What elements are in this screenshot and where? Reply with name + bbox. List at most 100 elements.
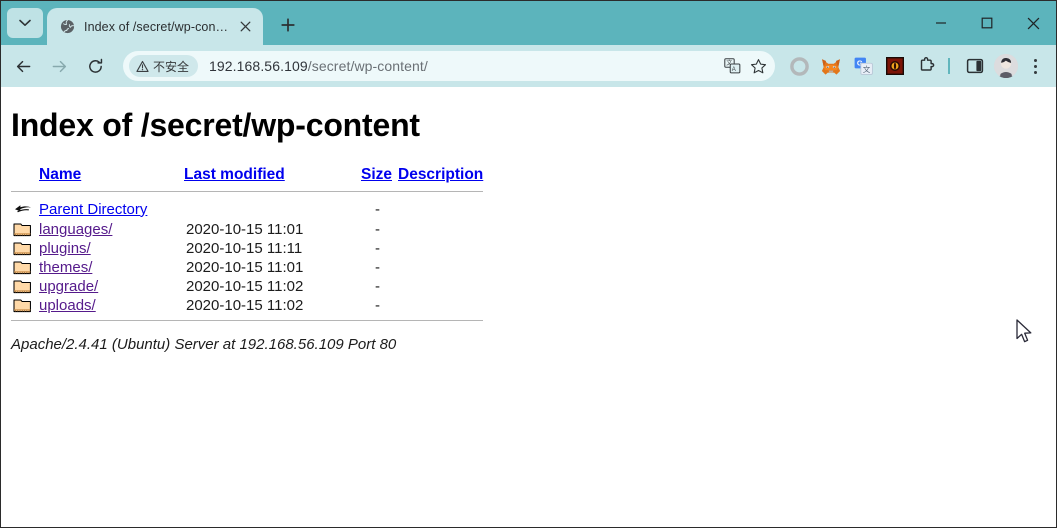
user-avatar[interactable] [994,54,1018,78]
address-bar[interactable]: 不安全 192.168.56.109/secret/wp-content/ 文 … [123,51,775,81]
page-title: Index of /secret/wp-content [11,107,420,143]
row-size-cell: - [375,278,380,295]
header-divider-cell [11,186,484,198]
close-icon [1027,17,1039,29]
directory-link[interactable]: plugins/ [39,240,91,257]
url-host: 192.168.56.109 [209,58,308,74]
column-description: Description [398,166,483,186]
column-name: Name [39,166,184,186]
circle-extension-icon [789,56,809,76]
directory-link[interactable]: languages/ [39,221,112,238]
table-row[interactable]: Parent Directory - [11,198,483,220]
red-eye-extension-icon[interactable] [881,52,909,80]
svg-text:A: A [731,67,735,73]
divider [11,191,484,192]
browser-window: Index of /secret/wp-content 不安全 192.168.… [0,0,1057,528]
page-content: Index of /secret/wp-content Name Last mo… [1,87,1056,527]
avatar [994,54,1018,78]
row-description-cell [398,239,483,258]
row-name-cell: languages/ [39,220,184,239]
row-icon-cell [11,220,39,239]
metamask-fox-icon [821,58,841,75]
row-modified-cell [184,198,344,220]
back-button[interactable] [7,50,39,82]
browser-toolbar: 不安全 192.168.56.109/secret/wp-content/ 文 … [1,45,1056,87]
metamask-fox-icon[interactable] [817,52,845,80]
row-description-cell [398,296,483,315]
close-window-button[interactable] [1010,7,1056,39]
row-modified-cell: 2020-10-15 11:02 [186,297,304,314]
menu-dot [1033,64,1037,68]
sort-by-modified-link[interactable]: Last modified [184,166,285,183]
table-row[interactable]: upgrade/ 2020-10-15 11:02 - [11,277,483,296]
parent-directory-icon [15,205,31,213]
browser-tab-active[interactable]: Index of /secret/wp-content [47,8,263,45]
table-row[interactable]: languages/ 2020-10-15 11:01 - [11,220,483,239]
directory-rows: Parent Directory - languages/ 2020-10-15… [11,198,484,327]
sort-by-name-link[interactable]: Name [39,166,81,183]
row-description-cell [398,258,483,277]
circle-extension-icon[interactable] [785,52,813,80]
warning-triangle-icon [136,60,149,72]
folder-icon [13,223,31,237]
row-icon-cell [11,277,39,296]
directory-listing-table: Name Last modified Size Description Pare… [11,166,484,327]
divider [11,320,484,321]
directory-link[interactable]: themes/ [39,259,92,276]
row-name-cell: Parent Directory [39,198,184,220]
row-description-cell [398,198,483,220]
extensions-puzzle-icon[interactable] [913,52,941,80]
menu-dot [1033,58,1037,62]
tab-close-button[interactable] [235,17,255,37]
menu-dot [1033,70,1037,74]
table-header-row: Name Last modified Size Description [11,166,483,186]
row-icon-cell [11,198,39,220]
footer-divider-row [11,315,484,327]
directory-link[interactable]: upgrade/ [39,278,98,295]
minimize-button[interactable] [918,7,964,39]
folder-icon [13,242,31,256]
table-row[interactable]: plugins/ 2020-10-15 11:11 - [11,239,483,258]
reload-button[interactable] [79,50,111,82]
footer-divider-cell [11,315,484,327]
maximize-button[interactable] [964,7,1010,39]
row-icon-cell [11,296,39,315]
row-size-cell: - [375,240,380,257]
row-name-cell: themes/ [39,258,184,277]
maximize-icon [981,17,993,29]
sort-by-description-link[interactable]: Description [398,166,483,183]
bookmark-button[interactable] [745,53,771,79]
window-controls [918,1,1056,45]
globe-icon [59,19,75,35]
toolbar-separator [948,58,950,74]
new-tab-button[interactable] [273,10,303,40]
side-panel-icon [966,58,984,74]
row-size-cell: - [375,259,380,276]
back-arrow-icon [16,60,30,72]
three-dot-menu-icon[interactable] [1022,52,1048,80]
forward-arrow-icon [52,60,66,72]
column-size: Size [344,166,398,186]
url-path: /secret/wp-content/ [307,58,428,74]
google-translate-extension-icon[interactable]: G 文 [849,52,877,80]
chevron-down-icon [19,19,31,26]
column-icon [11,166,39,186]
tab-search-button[interactable] [7,8,43,38]
red-eye-extension-icon [886,57,904,75]
translate-button[interactable]: 文 A [719,53,745,79]
row-modified-cell: 2020-10-15 11:11 [186,240,303,257]
directory-link[interactable]: uploads/ [39,297,96,314]
forward-button[interactable] [43,50,75,82]
row-size-cell: - [375,297,380,314]
row-name-cell: plugins/ [39,239,184,258]
table-row[interactable]: themes/ 2020-10-15 11:01 - [11,258,483,277]
minimize-icon [936,22,946,24]
site-security-chip[interactable]: 不安全 [129,55,199,77]
row-modified-cell: 2020-10-15 11:02 [186,278,304,295]
reload-icon [88,58,102,73]
parent-directory-link[interactable]: Parent Directory [39,201,147,218]
table-row[interactable]: uploads/ 2020-10-15 11:02 - [11,296,483,315]
row-modified-cell: 2020-10-15 11:01 [186,259,304,276]
sort-by-size-link[interactable]: Size [361,166,392,183]
side-panel-icon[interactable] [961,52,989,80]
